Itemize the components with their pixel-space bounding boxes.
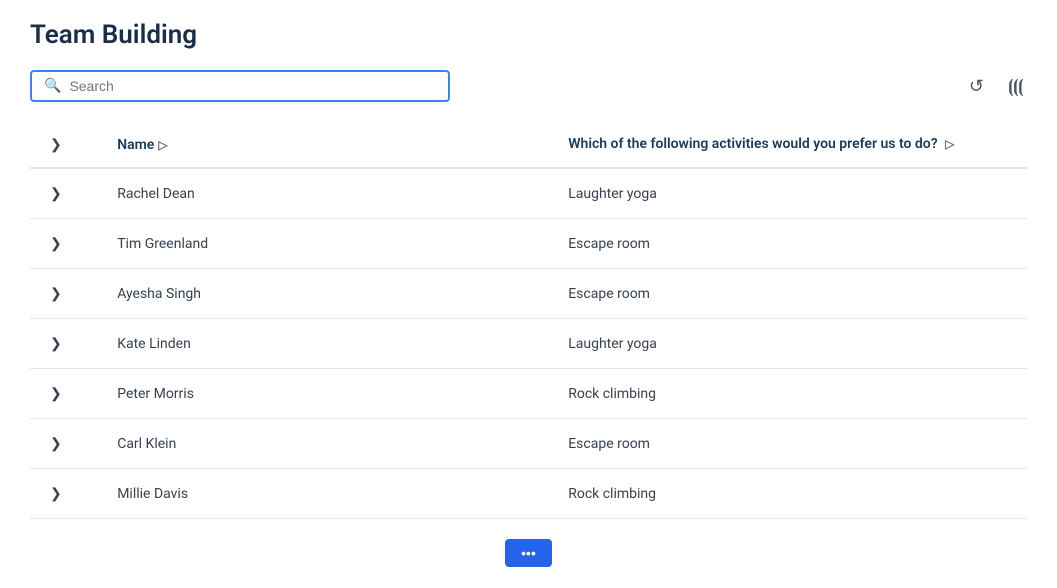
- table-row: ❯ Tim Greenland Escape room: [30, 219, 1027, 269]
- row-expand-cell: ❯: [30, 469, 101, 519]
- table-row: ❯ Kate Linden Laughter yoga: [30, 319, 1027, 369]
- search-container: 🔍: [30, 70, 450, 102]
- row-expand-cell: ❯: [30, 269, 101, 319]
- th-activity: Which of the following activities would …: [552, 122, 1027, 168]
- row-expand-button[interactable]: ❯: [46, 283, 66, 304]
- table-row: ❯ Ayesha Singh Escape room: [30, 269, 1027, 319]
- data-table: ❯ Name ▷ Which of the following activiti…: [30, 122, 1027, 519]
- pagination: •••: [30, 539, 1027, 567]
- refresh-button[interactable]: ↺: [965, 72, 988, 101]
- refresh-icon: ↺: [969, 76, 984, 97]
- row-activity-cell: Escape room: [552, 219, 1027, 269]
- th-name-label: Name: [117, 137, 154, 153]
- row-expand-cell: ❯: [30, 319, 101, 369]
- row-activity-cell: Rock climbing: [552, 369, 1027, 419]
- page-title: Team Building: [30, 20, 1027, 50]
- sort-activity-icon[interactable]: ▷: [945, 137, 954, 151]
- th-name: Name ▷: [101, 122, 552, 168]
- row-expand-cell: ❯: [30, 369, 101, 419]
- row-expand-cell: ❯: [30, 168, 101, 219]
- row-expand-button[interactable]: ❯: [46, 383, 66, 404]
- row-name-cell: Rachel Dean: [101, 168, 552, 219]
- expand-all-button[interactable]: ❯: [46, 134, 66, 155]
- toolbar: 🔍 ↺ ⦗⦗⦗: [30, 70, 1027, 102]
- row-expand-cell: ❯: [30, 219, 101, 269]
- table-header-row: ❯ Name ▷ Which of the following activiti…: [30, 122, 1027, 168]
- row-expand-button[interactable]: ❯: [46, 183, 66, 204]
- row-expand-button[interactable]: ❯: [46, 233, 66, 254]
- sort-name-button[interactable]: Name ▷: [117, 137, 167, 153]
- th-activity-label: Which of the following activities would …: [568, 136, 937, 152]
- row-activity-cell: Laughter yoga: [552, 319, 1027, 369]
- row-name-cell: Tim Greenland: [101, 219, 552, 269]
- row-activity-cell: Laughter yoga: [552, 168, 1027, 219]
- row-expand-button[interactable]: ❯: [46, 433, 66, 454]
- table-row: ❯ Millie Davis Rock climbing: [30, 469, 1027, 519]
- row-activity-cell: Rock climbing: [552, 469, 1027, 519]
- row-expand-button[interactable]: ❯: [46, 483, 66, 504]
- row-expand-button[interactable]: ❯: [46, 333, 66, 354]
- row-activity-cell: Escape room: [552, 269, 1027, 319]
- row-name-cell: Kate Linden: [101, 319, 552, 369]
- toolbar-actions: ↺ ⦗⦗⦗: [965, 72, 1027, 101]
- th-expand: ❯: [30, 122, 101, 168]
- table-row: ❯ Rachel Dean Laughter yoga: [30, 168, 1027, 219]
- columns-icon: ⦗⦗⦗: [1008, 76, 1023, 97]
- row-activity-cell: Escape room: [552, 419, 1027, 469]
- sort-name-icon: ▷: [158, 138, 167, 152]
- search-input[interactable]: [69, 78, 436, 94]
- pagination-button[interactable]: •••: [505, 539, 552, 567]
- row-expand-cell: ❯: [30, 419, 101, 469]
- row-name-cell: Peter Morris: [101, 369, 552, 419]
- table-row: ❯ Peter Morris Rock climbing: [30, 369, 1027, 419]
- table-row: ❯ Carl Klein Escape room: [30, 419, 1027, 469]
- search-icon: 🔍: [44, 78, 61, 94]
- columns-button[interactable]: ⦗⦗⦗: [1004, 72, 1027, 101]
- row-name-cell: Carl Klein: [101, 419, 552, 469]
- row-name-cell: Ayesha Singh: [101, 269, 552, 319]
- row-name-cell: Millie Davis: [101, 469, 552, 519]
